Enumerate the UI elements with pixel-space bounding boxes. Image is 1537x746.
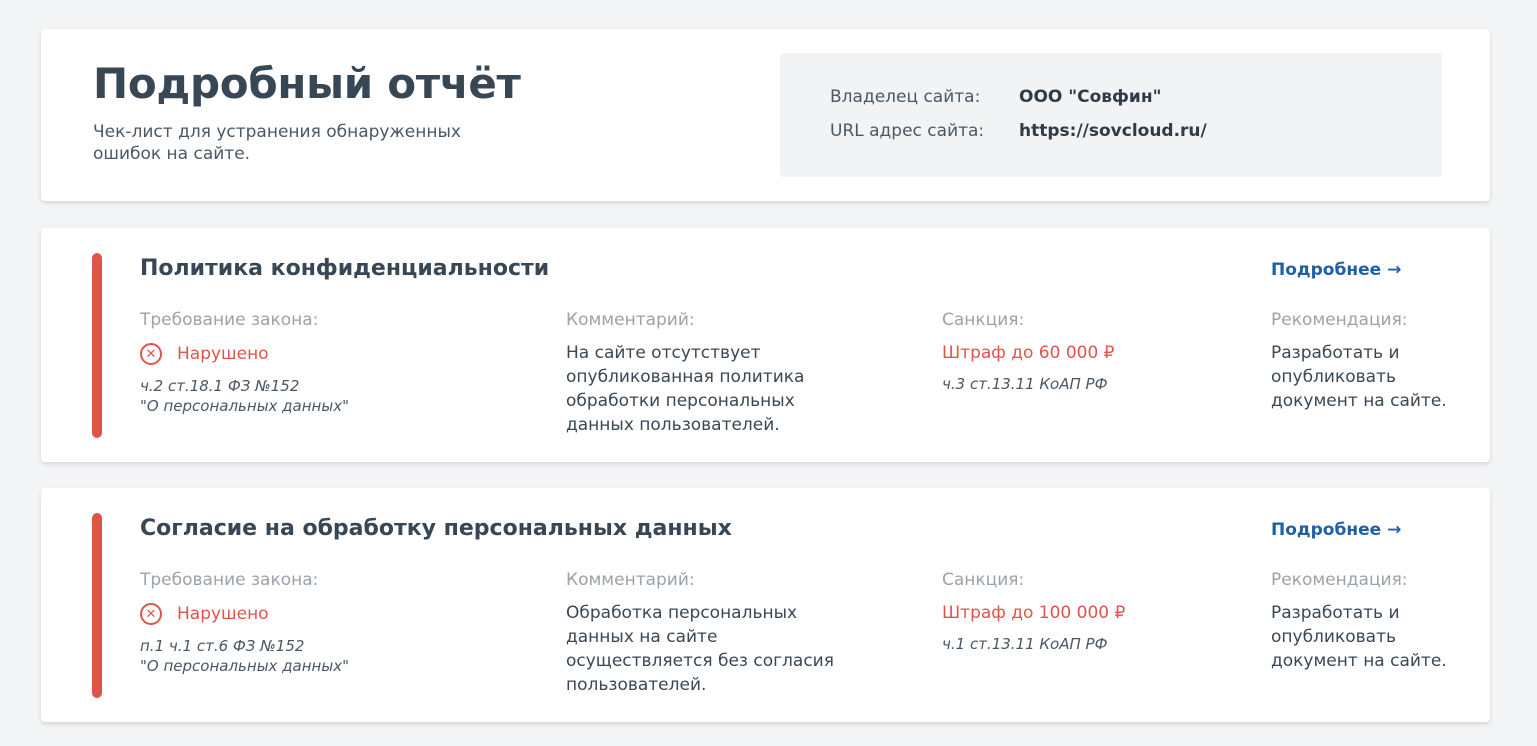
owner-row: Владелец сайта: ООО "Совфин" (830, 87, 1161, 107)
sanction-column: Санкция: Штраф до 100 000 ₽ ч.1 ст.13.11… (942, 570, 1222, 653)
page-subtitle: Чек-лист для устранения обнаруженных оши… (93, 122, 461, 164)
recommendation-text: Разработать и опубликовать документ на с… (1271, 603, 1447, 671)
status-text: Нарушено (177, 344, 269, 364)
comment-label: Комментарий: (566, 570, 695, 590)
law-reference-line-1: п.1 ч.1 ст.6 ФЗ №152 (140, 637, 305, 655)
status-text: Нарушено (177, 604, 269, 624)
sanction-label: Санкция: (942, 570, 1025, 590)
comment-label: Комментарий: (566, 310, 695, 330)
status-badge: ✕ Нарушено (140, 342, 440, 366)
comment-text: На сайте отсутствует опубликованная поли… (566, 343, 805, 435)
issue-title: Политика конфиденциальности (140, 256, 550, 281)
fine-reference: ч.1 ст.13.11 КоАП РФ (942, 635, 1108, 653)
sanction-column: Санкция: Штраф до 60 000 ₽ ч.3 ст.13.11 … (942, 310, 1222, 393)
recommendation-label: Рекомендация: (1271, 570, 1408, 590)
law-reference-line-2: "О персональных данных" (140, 657, 349, 675)
recommendation-column: Рекомендация: Разработать и опубликовать… (1271, 570, 1461, 673)
fine-amount: Штраф до 100 000 ₽ (942, 603, 1126, 623)
law-reference: п.1 ч.1 ст.6 ФЗ №152 "О персональных дан… (140, 636, 440, 676)
issue-title: Согласие на обработку персональных данны… (140, 516, 732, 541)
law-requirement-column: Требование закона: ✕ Нарушено ч.2 ст.18.… (140, 310, 440, 416)
page-title: Подробный отчёт (93, 59, 521, 108)
cross-circle-icon: ✕ (140, 343, 162, 365)
severity-bar (92, 513, 102, 698)
owner-value: ООО "Совфин" (1019, 87, 1162, 107)
issue-card-data-consent: Согласие на обработку персональных данны… (41, 488, 1490, 722)
comment-column: Комментарий: Обработка персональных данн… (566, 570, 866, 697)
law-requirement-column: Требование закона: ✕ Нарушено п.1 ч.1 ст… (140, 570, 440, 676)
recommendation-label: Рекомендация: (1271, 310, 1408, 330)
fine-reference: ч.3 ст.13.11 КоАП РФ (942, 375, 1108, 393)
report-header-card: Подробный отчёт Чек-лист для устранения … (41, 29, 1490, 201)
law-requirement-label: Требование закона: (140, 570, 319, 590)
sanction-label: Санкция: (942, 310, 1025, 330)
cross-circle-icon: ✕ (140, 603, 162, 625)
more-details-link[interactable]: Подробнее → (1271, 520, 1401, 540)
url-label: URL адрес сайта: (830, 121, 985, 141)
law-reference: ч.2 ст.18.1 ФЗ №152 "О персональных данн… (140, 376, 440, 416)
status-badge: ✕ Нарушено (140, 602, 440, 626)
comment-text: Обработка персональных данных на сайте о… (566, 603, 834, 695)
more-details-link[interactable]: Подробнее → (1271, 260, 1401, 280)
url-value: https://sovcloud.ru/ (1019, 121, 1207, 141)
issue-card-privacy-policy: Политика конфиденциальности Подробнее → … (41, 228, 1490, 462)
law-requirement-label: Требование закона: (140, 310, 319, 330)
comment-column: Комментарий: На сайте отсутствует опубли… (566, 310, 866, 437)
recommendation-text: Разработать и опубликовать документ на с… (1271, 343, 1447, 411)
law-reference-line-2: "О персональных данных" (140, 397, 349, 415)
url-row: URL адрес сайта: https://sovcloud.ru/ (830, 121, 1207, 141)
severity-bar (92, 253, 102, 438)
site-info-box: Владелец сайта: ООО "Совфин" URL адрес са… (780, 53, 1442, 177)
law-reference-line-1: ч.2 ст.18.1 ФЗ №152 (140, 377, 300, 395)
recommendation-column: Рекомендация: Разработать и опубликовать… (1271, 310, 1461, 413)
fine-amount: Штраф до 60 000 ₽ (942, 343, 1115, 363)
owner-label: Владелец сайта: (830, 87, 981, 107)
